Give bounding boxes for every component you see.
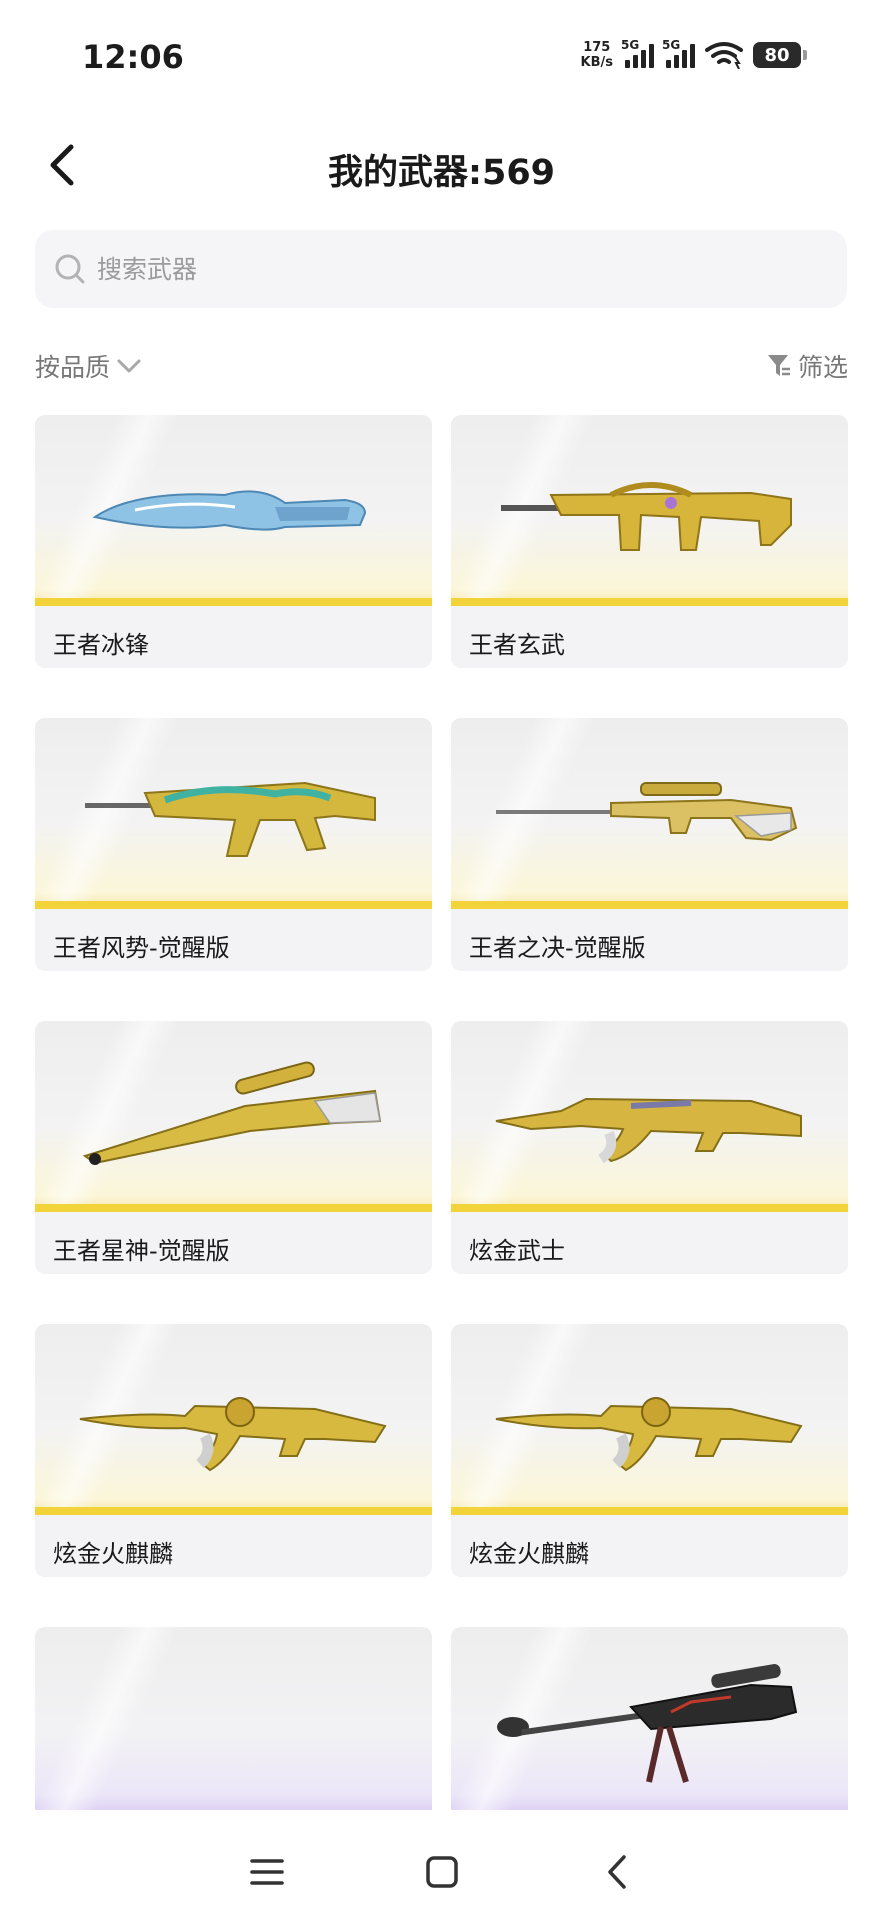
rifle-icon xyxy=(495,1097,802,1164)
rifle-icon xyxy=(495,1397,803,1472)
status-time: 12:06 xyxy=(82,38,184,76)
network-speed-value: 175 xyxy=(583,40,611,55)
weapon-card[interactable]: 炫金火麒麟 xyxy=(451,1324,848,1577)
weapon-image-area xyxy=(451,1324,848,1514)
search-icon xyxy=(55,254,85,284)
weapon-name: 炫金火麒麟 xyxy=(469,1540,589,1568)
knife-icon xyxy=(92,490,367,531)
weapon-name: 王者之决-觉醒版 xyxy=(469,934,646,962)
network-speed-unit: KB/s xyxy=(580,55,613,70)
search-box[interactable] xyxy=(35,230,847,308)
weapon-name: 炫金武士 xyxy=(469,1237,565,1265)
rarity-bar xyxy=(451,598,848,606)
filter-button[interactable]: 筛选 xyxy=(766,348,848,384)
sniper-rifle-icon xyxy=(82,1061,382,1165)
weapon-image-area xyxy=(451,718,848,908)
signal-icon: 5G xyxy=(662,38,695,68)
signal-tag: 5G xyxy=(621,38,640,52)
rarity-bar xyxy=(451,1204,848,1212)
rifle-icon xyxy=(501,482,792,551)
weapon-name: 王者冰锋 xyxy=(53,631,149,659)
signal-icon: 5G xyxy=(621,38,654,68)
wifi-icon xyxy=(705,42,743,69)
search-input[interactable] xyxy=(95,253,799,285)
home-button[interactable] xyxy=(417,1850,467,1894)
weapon-name: 王者风势-觉醒版 xyxy=(53,934,230,962)
system-nav-bar xyxy=(0,1820,883,1920)
status-bar: 12:06 175 KB/s 5G 5G 80 xyxy=(0,0,883,110)
weapon-card[interactable]: 王者之决-觉醒版 xyxy=(451,718,848,971)
weapon-name: 王者玄武 xyxy=(469,631,565,659)
rarity-bar xyxy=(35,1507,432,1515)
sniper-rifle-icon xyxy=(496,782,798,842)
system-back-button[interactable] xyxy=(592,1850,642,1894)
weapon-image-area xyxy=(35,1324,432,1514)
weapon-card[interactable]: 王者风势-觉醒版 xyxy=(35,718,432,971)
signal-tag: 5G xyxy=(662,38,681,52)
rarity-bar xyxy=(35,901,432,909)
menu-button[interactable] xyxy=(242,1850,292,1894)
weapon-image-area xyxy=(35,415,432,605)
weapon-image-area xyxy=(451,1627,848,1810)
weapon-name: 王者星神-觉醒版 xyxy=(53,1237,230,1265)
weapon-card[interactable]: 炫金火麒麟 xyxy=(35,1324,432,1577)
network-speed: 175 KB/s xyxy=(581,40,613,70)
battery-icon: 80 xyxy=(753,42,807,68)
weapon-card[interactable]: 王者冰锋 xyxy=(35,415,432,668)
rarity-bar xyxy=(35,1204,432,1212)
weapon-card[interactable]: 王者玄武 xyxy=(451,415,848,668)
weapon-card[interactable]: 王者星神-觉醒版 xyxy=(35,1021,432,1274)
rarity-bar xyxy=(451,1507,848,1515)
weapon-image-area xyxy=(35,1627,432,1810)
rifle-icon xyxy=(85,781,376,857)
chevron-down-icon xyxy=(117,359,141,373)
rarity-bar xyxy=(451,901,848,909)
weapon-name: 炫金火麒麟 xyxy=(53,1540,173,1568)
rarity-bar xyxy=(35,598,432,606)
battery-level: 80 xyxy=(764,44,790,66)
status-icons: 175 KB/s 5G 5G 80 xyxy=(581,38,807,70)
rifle-icon xyxy=(79,1397,387,1472)
sniper-rifle-icon xyxy=(497,1663,798,1783)
weapon-card[interactable]: 炫金武士 xyxy=(451,1021,848,1274)
weapon-image-area xyxy=(451,415,848,605)
filter-icon xyxy=(767,355,790,376)
weapon-card[interactable] xyxy=(35,1627,432,1810)
weapon-image-area xyxy=(35,1021,432,1211)
home-square-icon xyxy=(426,1856,458,1888)
weapon-image-area xyxy=(35,718,432,908)
weapon-image-area xyxy=(451,1021,848,1211)
sort-label: 按品质 xyxy=(35,353,111,382)
weapon-grid: 王者冰锋 王者玄武 王者风势-觉醒版 王者之决-觉醒版 王者星神-觉醒版 炫金武… xyxy=(35,415,848,1810)
weapon-card[interactable] xyxy=(451,1627,848,1810)
filter-label: 筛选 xyxy=(797,353,848,382)
sort-dropdown[interactable]: 按品质 xyxy=(35,348,142,384)
menu-icon xyxy=(250,1859,284,1885)
page-title: 我的武器:569 xyxy=(327,153,556,193)
back-triangle-icon xyxy=(608,1855,626,1889)
